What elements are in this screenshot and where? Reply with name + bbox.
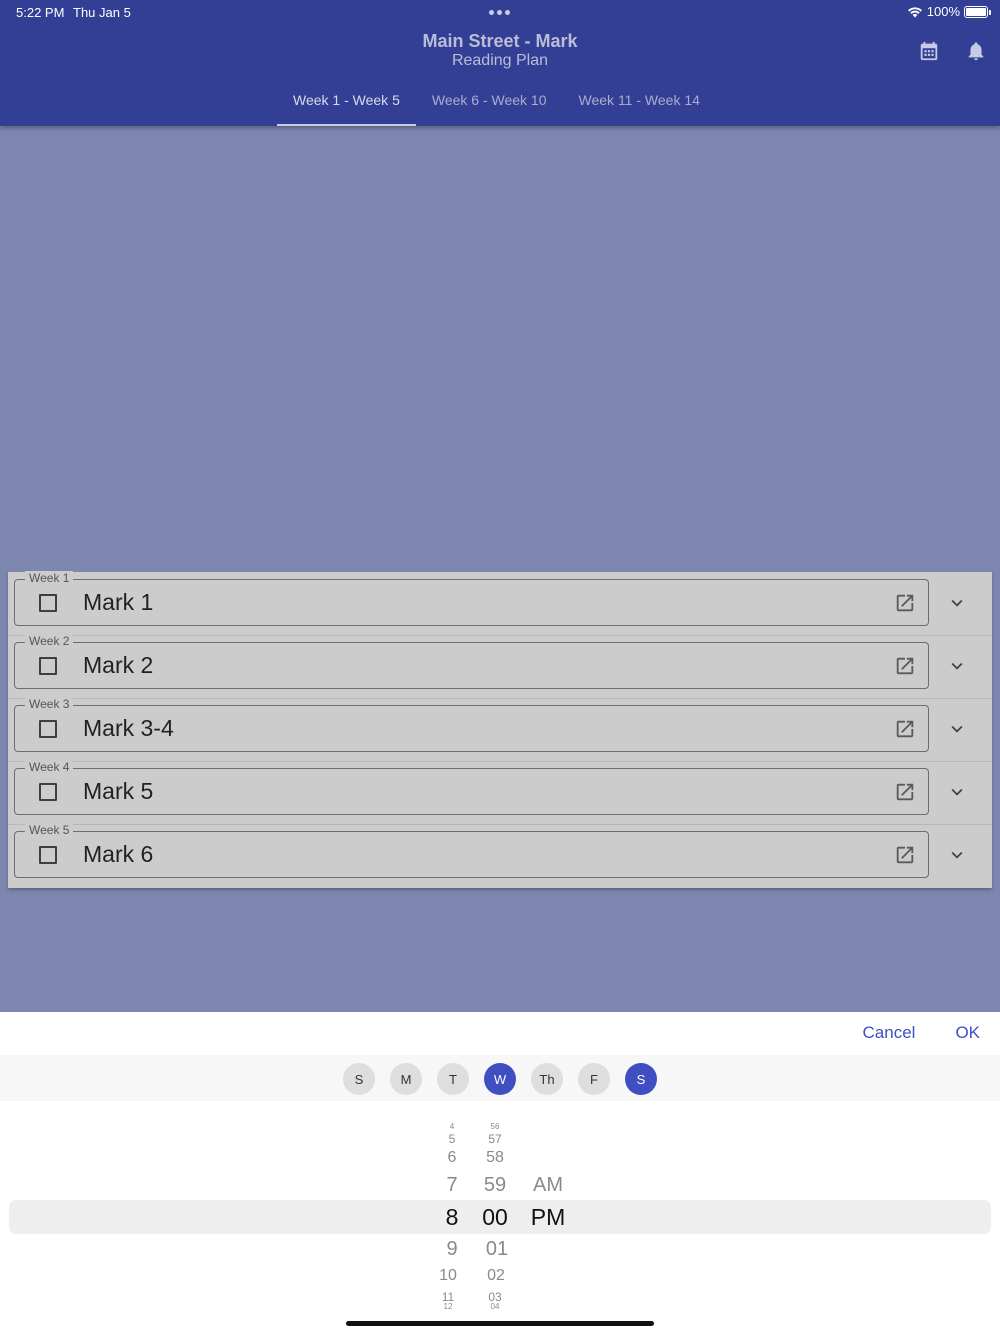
reading-row: Week 5 Mark 6	[8, 823, 992, 887]
chevron-down-icon[interactable]	[946, 718, 968, 740]
minute-option[interactable]: 57	[475, 1132, 515, 1146]
hour-option[interactable]: 6	[432, 1149, 472, 1167]
app-bar: 5:22 PM Thu Jan 5 100% Main Street - Mar…	[0, 0, 1000, 126]
chevron-down-icon[interactable]	[946, 781, 968, 803]
reading-row: Week 3 Mark 3-4	[8, 697, 992, 761]
calendar-icon[interactable]	[918, 40, 940, 62]
minute-option-selected[interactable]: 00	[475, 1204, 515, 1231]
reading-row: Week 1 Mark 1	[8, 571, 992, 635]
minute-option[interactable]: 58	[475, 1149, 515, 1167]
reading-field[interactable]: Week 5 Mark 6	[14, 823, 929, 878]
chevron-down-icon[interactable]	[946, 592, 968, 614]
reading-passage: Mark 6	[83, 841, 154, 867]
hour-option[interactable]: 7	[432, 1174, 472, 1197]
chevron-down-icon[interactable]	[946, 844, 968, 866]
reading-list: Week 1 Mark 1 Week 2 Mark 2 Week 3 Mark …	[8, 571, 992, 888]
hour-option[interactable]: 10	[428, 1267, 468, 1285]
reading-field[interactable]: Week 2 Mark 2	[14, 634, 929, 689]
week-label: Week 5	[25, 823, 74, 837]
reading-field[interactable]: Week 1 Mark 1	[14, 571, 929, 626]
minute-option[interactable]: 56	[475, 1122, 515, 1131]
read-checkbox[interactable]	[39, 783, 57, 801]
week-label: Week 2	[25, 634, 74, 648]
page-subtitle: Reading Plan	[451, 52, 549, 69]
reading-passage: Mark 3-4	[83, 715, 174, 741]
read-checkbox[interactable]	[39, 720, 57, 738]
period-option-selected[interactable]: PM	[526, 1204, 570, 1231]
reading-row: Week 4 Mark 5	[8, 760, 992, 824]
week-label: Week 4	[25, 760, 74, 774]
reading-passage: Mark 2	[83, 652, 154, 678]
reading-passage: Mark 1	[83, 589, 154, 615]
hour-option[interactable]: 4	[432, 1122, 472, 1131]
status-bar: 5:22 PM Thu Jan 5 100%	[0, 0, 1000, 26]
tab-week-11-14[interactable]: Week 11 - Week 14	[563, 82, 716, 126]
status-time: 5:22 PM	[16, 5, 65, 20]
reading-row: Week 2 Mark 2	[8, 634, 992, 698]
bell-icon[interactable]	[965, 40, 987, 62]
reading-field[interactable]: Week 4 Mark 5	[14, 760, 929, 815]
read-checkbox[interactable]	[39, 657, 57, 675]
read-checkbox[interactable]	[39, 846, 57, 864]
reading-passage: Mark 5	[83, 778, 154, 804]
chevron-down-icon[interactable]	[946, 655, 968, 677]
minute-option[interactable]: 02	[476, 1267, 516, 1285]
hour-option-selected[interactable]: 8	[432, 1204, 472, 1231]
open-in-new-icon[interactable]	[894, 655, 916, 677]
open-in-new-icon[interactable]	[894, 844, 916, 866]
minute-option[interactable]: 01	[477, 1238, 517, 1261]
minute-option[interactable]: 04	[475, 1302, 515, 1311]
page-title: Main Street - Mark	[422, 31, 578, 51]
multitasking-dots-icon[interactable]	[489, 10, 510, 15]
week-label: Week 3	[25, 697, 74, 711]
time-picker[interactable]: 4 5 6 7 8 9 10 11 12 56 57 58 59 00 01 0…	[0, 1012, 1000, 1322]
battery-percent: 100%	[926, 4, 960, 19]
tab-week-6-10[interactable]: Week 6 - Week 10	[416, 82, 563, 126]
status-right: 100%	[907, 4, 991, 19]
battery-icon	[964, 5, 991, 18]
reminder-time-sheet: Cancel OK S M T W Th F S 4 5 6 7 8 9 10 …	[0, 1012, 1000, 1334]
open-in-new-icon[interactable]	[894, 592, 916, 614]
read-checkbox[interactable]	[39, 594, 57, 612]
open-in-new-icon[interactable]	[894, 781, 916, 803]
minute-option[interactable]: 59	[475, 1174, 515, 1197]
week-label: Week 1	[25, 571, 74, 585]
home-indicator	[346, 1321, 654, 1326]
wifi-icon	[907, 6, 922, 17]
open-in-new-icon[interactable]	[894, 718, 916, 740]
hour-option[interactable]: 9	[432, 1238, 472, 1261]
week-tabs: Week 1 - Week 5 Week 6 - Week 10 Week 11…	[277, 82, 716, 126]
period-option-am[interactable]: AM	[528, 1174, 568, 1197]
hour-option[interactable]: 5	[432, 1132, 472, 1146]
tab-week-1-5[interactable]: Week 1 - Week 5	[277, 82, 416, 126]
reading-field[interactable]: Week 3 Mark 3-4	[14, 697, 929, 752]
status-date: Thu Jan 5	[73, 5, 131, 20]
hour-option[interactable]: 12	[428, 1302, 468, 1311]
